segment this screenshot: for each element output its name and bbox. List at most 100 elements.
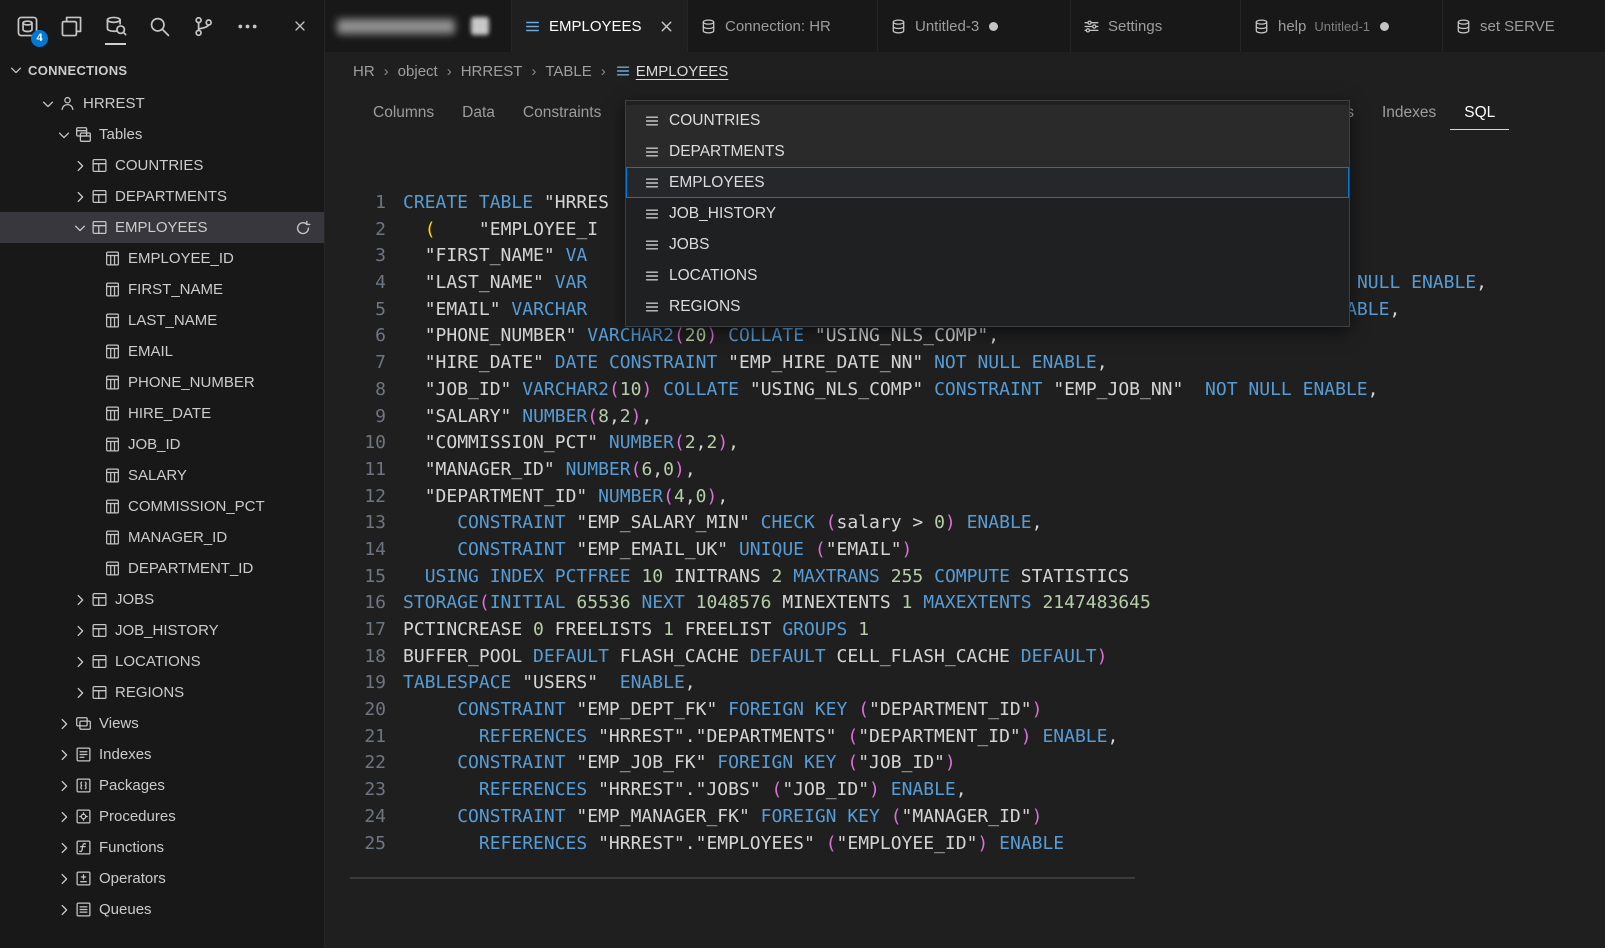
tree-item-label: DEPARTMENT_ID — [128, 560, 253, 577]
subtab-columns[interactable]: Columns — [359, 96, 448, 130]
tree-item-hire-date[interactable]: HIRE_DATE — [0, 398, 324, 429]
schema-search-button[interactable] — [104, 15, 127, 38]
tab-set-serve[interactable]: set SERVE — [1443, 0, 1605, 52]
tree-item-countries[interactable]: COUNTRIES — [0, 150, 324, 181]
line-number[interactable]: 19 — [325, 670, 403, 697]
tree-item-phone-number[interactable]: PHONE_NUMBER — [0, 367, 324, 398]
tab-employees[interactable]: EMPLOYEES — [512, 0, 688, 52]
layout-button[interactable] — [60, 15, 83, 38]
subtab-data[interactable]: Data — [448, 96, 509, 130]
tree-item-functions[interactable]: Functions — [0, 832, 324, 863]
tree-item-procedures[interactable]: Procedures — [0, 801, 324, 832]
tree-item-label: JOB_HISTORY — [115, 622, 219, 639]
close-icon[interactable] — [658, 18, 675, 35]
line-number[interactable]: 23 — [325, 777, 403, 804]
line-number[interactable]: 1 — [325, 190, 403, 217]
line-number[interactable]: 8 — [325, 377, 403, 404]
subtab-constraints[interactable]: Constraints — [509, 96, 615, 130]
line-number[interactable]: 12 — [325, 484, 403, 511]
line-number[interactable]: 4 — [325, 270, 403, 297]
tree-item-manager-id[interactable]: MANAGER_ID — [0, 522, 324, 553]
code-line-21: 21 REFERENCES "HRREST"."DEPARTMENTS" ("D… — [325, 724, 1605, 751]
close-sidebar-button[interactable] — [292, 18, 308, 34]
line-number[interactable]: 16 — [325, 590, 403, 617]
app-window: 4 CONNECTIONS HRRESTTablesCOUNTRIESDEPAR… — [0, 0, 1605, 948]
dropdown-item-employees[interactable]: EMPLOYEES — [626, 167, 1349, 198]
tree-item-employee-id[interactable]: EMPLOYEE_ID — [0, 243, 324, 274]
breadcrumb-item-employees[interactable]: EMPLOYEES — [615, 63, 729, 80]
tree-item-employees[interactable]: EMPLOYEES — [0, 212, 324, 243]
ellipsis-button[interactable] — [236, 15, 259, 38]
dropdown-item-job-history[interactable]: JOB_HISTORY — [626, 198, 1349, 229]
tree-item-regions[interactable]: REGIONS — [0, 677, 324, 708]
dropdown-item-jobs[interactable]: JOBS — [626, 229, 1349, 260]
tree-item-email[interactable]: EMAIL — [0, 336, 324, 367]
tree-item-label: PHONE_NUMBER — [128, 374, 255, 391]
dropdown-item-departments[interactable]: DEPARTMENTS — [626, 136, 1349, 167]
tree-item-hrrest[interactable]: HRREST — [0, 88, 324, 119]
tree-item-views[interactable]: Views — [0, 708, 324, 739]
chevron-right-icon — [56, 747, 72, 763]
tree-item-locations[interactable]: LOCATIONS — [0, 646, 324, 677]
search-button[interactable] — [148, 15, 171, 38]
dropdown-item-regions[interactable]: REGIONS — [626, 291, 1349, 322]
line-number[interactable]: 10 — [325, 430, 403, 457]
breadcrumb-item-table[interactable]: TABLE — [545, 63, 591, 80]
git-branch-button[interactable] — [192, 15, 215, 38]
line-number[interactable]: 20 — [325, 697, 403, 724]
dropdown-item-locations[interactable]: LOCATIONS — [626, 260, 1349, 291]
tree-item-packages[interactable]: Packages — [0, 770, 324, 801]
connections-section-header[interactable]: CONNECTIONS — [0, 52, 324, 88]
table-icon — [91, 219, 108, 236]
tab-untitled-3[interactable]: Untitled-3 — [878, 0, 1071, 52]
breadcrumb-item-hr[interactable]: HR — [353, 63, 375, 80]
packages-icon — [75, 777, 92, 794]
line-number[interactable]: 9 — [325, 404, 403, 431]
line-number[interactable]: 6 — [325, 323, 403, 350]
connections-button[interactable]: 4 — [16, 15, 39, 38]
tab-settings[interactable]: Settings — [1071, 0, 1241, 52]
line-number[interactable]: 22 — [325, 750, 403, 777]
tree-item-departments[interactable]: DEPARTMENTS — [0, 181, 324, 212]
tree-item-tables[interactable]: Tables — [0, 119, 324, 150]
tab-label: help — [1278, 18, 1306, 35]
line-number[interactable]: 15 — [325, 564, 403, 591]
tab-connection-hr[interactable]: Connection: HR — [688, 0, 878, 52]
line-number[interactable]: 2 — [325, 217, 403, 244]
line-number[interactable]: 25 — [325, 831, 403, 858]
line-number[interactable]: 18 — [325, 644, 403, 671]
line-number[interactable]: 5 — [325, 297, 403, 324]
breadcrumb-item-object[interactable]: object — [398, 63, 438, 80]
tree-item-job-id[interactable]: JOB_ID — [0, 429, 324, 460]
tree-item-operators[interactable]: Operators — [0, 863, 324, 894]
tree-item-department-id[interactable]: DEPARTMENT_ID — [0, 553, 324, 584]
tree-item-job-history[interactable]: JOB_HISTORY — [0, 615, 324, 646]
code-line-17: 17PCTINCREASE 0 FREELISTS 1 FREELIST GRO… — [325, 617, 1605, 644]
tree-item-queues[interactable]: Queues — [0, 894, 324, 925]
refresh-icon[interactable] — [295, 220, 311, 236]
line-number[interactable]: 3 — [325, 243, 403, 270]
line-number[interactable]: 11 — [325, 457, 403, 484]
tree-item-indexes[interactable]: Indexes — [0, 739, 324, 770]
tree-item-jobs[interactable]: JOBS — [0, 584, 324, 615]
line-number[interactable]: 13 — [325, 510, 403, 537]
tab-redacted[interactable] — [325, 0, 512, 52]
tree-item-first-name[interactable]: FIRST_NAME — [0, 274, 324, 305]
dropdown-item-countries[interactable]: COUNTRIES — [626, 105, 1349, 136]
chevron-right-icon — [72, 623, 88, 639]
line-number[interactable]: 7 — [325, 350, 403, 377]
chevron-right-icon — [56, 840, 72, 856]
tree-item-last-name[interactable]: LAST_NAME — [0, 305, 324, 336]
line-number[interactable]: 24 — [325, 804, 403, 831]
tab-help[interactable]: helpUntitled-1 — [1241, 0, 1443, 52]
subtab-sql[interactable]: SQL — [1450, 96, 1509, 130]
tree-item-salary[interactable]: SALARY — [0, 460, 324, 491]
line-number[interactable]: 17 — [325, 617, 403, 644]
breadcrumb-item-hrrest[interactable]: HRREST — [461, 63, 523, 80]
dropdown-item-label: EMPLOYEES — [669, 174, 765, 192]
dropdown-item-label: COUNTRIES — [669, 112, 760, 130]
line-number[interactable]: 21 — [325, 724, 403, 751]
line-number[interactable]: 14 — [325, 537, 403, 564]
tree-item-commission-pct[interactable]: COMMISSION_PCT — [0, 491, 324, 522]
subtab-indexes[interactable]: Indexes — [1368, 96, 1450, 130]
